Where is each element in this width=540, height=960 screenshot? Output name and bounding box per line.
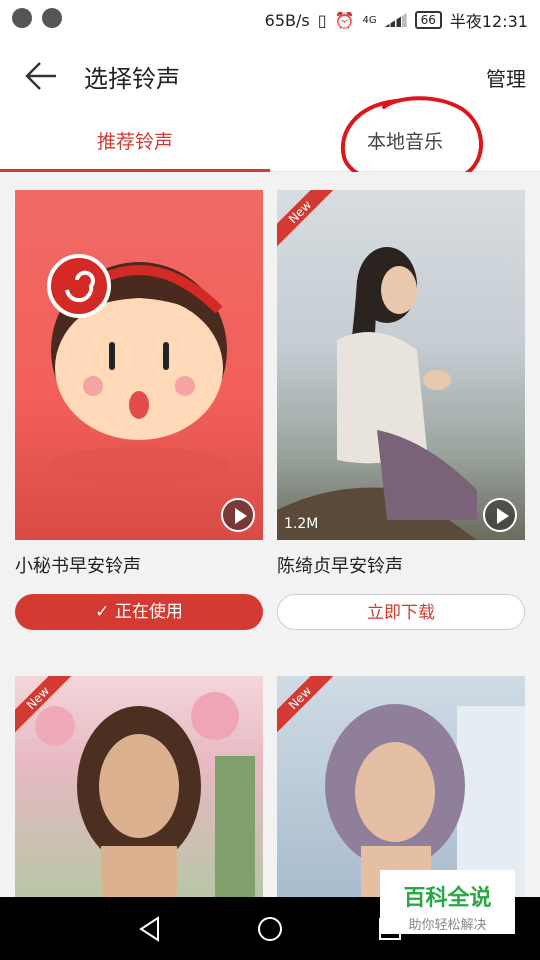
in-use-button[interactable]: ✓ 正在使用 bbox=[15, 594, 263, 630]
ringtone-name: 小秘书早安铃声 bbox=[15, 556, 141, 577]
back-nav-icon[interactable] bbox=[136, 915, 164, 943]
file-size: 1.2M bbox=[284, 516, 319, 532]
ringtone-cover[interactable]: New bbox=[277, 676, 525, 897]
new-badge: New bbox=[15, 676, 75, 736]
check-icon: ✓ bbox=[95, 602, 115, 622]
page-title: 选择铃声 bbox=[84, 65, 180, 93]
ringtone-card[interactable]: New 1.2M 陈绮贞早安铃声 立即下载 bbox=[277, 190, 525, 630]
network-type: 4G bbox=[362, 14, 377, 26]
battery-icon: 66 bbox=[414, 11, 442, 29]
clock: 半夜12:31 bbox=[449, 12, 528, 31]
new-badge: New bbox=[277, 190, 337, 250]
ringtone-card[interactable]: 小秘书早安铃声 ✓ 正在使用 bbox=[15, 190, 263, 630]
play-icon[interactable] bbox=[221, 498, 255, 532]
manage-button[interactable]: 管理 bbox=[486, 63, 526, 92]
ringtone-cover[interactable]: New bbox=[15, 676, 263, 897]
watermark-subtitle: 助你轻松解决 bbox=[408, 918, 487, 933]
new-badge: New bbox=[277, 676, 337, 736]
watermark-title: 百科全说 bbox=[403, 886, 492, 911]
network-speed: 65B/s bbox=[264, 10, 310, 30]
heart-rate-icon bbox=[12, 8, 32, 28]
tab-recommended[interactable]: 推荐铃声 bbox=[0, 113, 270, 172]
vibrate-icon: ▯ bbox=[317, 10, 327, 30]
ringtone-card[interactable]: New bbox=[15, 676, 263, 897]
ringtone-name: 陈绮贞早安铃声 bbox=[277, 556, 403, 577]
ringtone-cover[interactable] bbox=[15, 190, 263, 540]
download-button[interactable]: 立即下载 bbox=[277, 594, 525, 630]
ringtone-card[interactable]: New bbox=[277, 676, 525, 897]
cartoon-girl-illustration bbox=[47, 254, 229, 483]
status-bar: 65B/s ▯ ⏰ 4G 66 半夜12:31 bbox=[0, 0, 540, 38]
alarm-icon: ⏰ bbox=[334, 10, 355, 30]
play-icon[interactable] bbox=[483, 498, 517, 532]
app-notification-icon bbox=[42, 8, 62, 28]
signal-icon bbox=[384, 13, 407, 27]
in-use-label: 正在使用 bbox=[114, 602, 183, 622]
watermark-logo: 百科全说 助你轻松解决 bbox=[380, 870, 515, 934]
back-arrow-icon[interactable] bbox=[22, 56, 62, 96]
home-nav-icon[interactable] bbox=[256, 915, 284, 943]
ringtone-cover[interactable]: New 1.2M bbox=[277, 190, 525, 540]
ringtone-grid: 小秘书早安铃声 ✓ 正在使用 New 1.2M 陈绮贞早安铃声 立即下载 New… bbox=[0, 172, 540, 897]
